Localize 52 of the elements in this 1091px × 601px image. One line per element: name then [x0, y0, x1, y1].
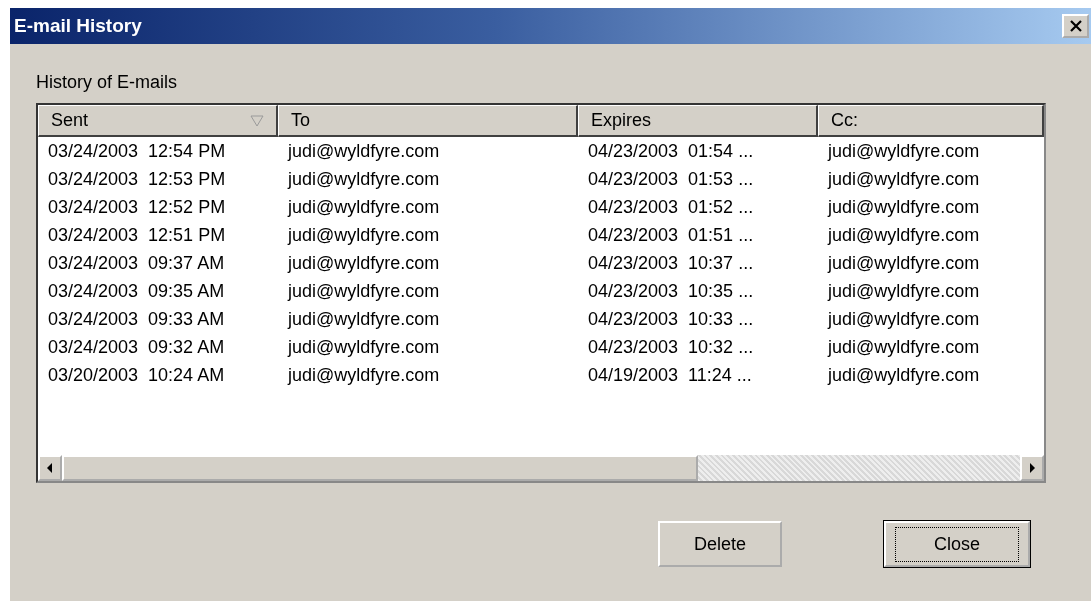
table-cell: 03/24/2003 12:53 PM	[48, 168, 226, 189]
column-header[interactable]: Sent	[38, 105, 278, 137]
right-arrow-icon	[1028, 462, 1036, 474]
column-header[interactable]: To	[278, 105, 578, 137]
table-cell: 04/23/2003 10:32 ...	[588, 336, 754, 357]
table-cell: 03/24/2003 09:37 AM	[48, 252, 225, 273]
scroll-thumb[interactable]	[62, 455, 698, 481]
table-cell: judi@wyldfyre.com	[828, 196, 980, 217]
horizontal-scrollbar[interactable]	[38, 455, 1044, 481]
table-cell: judi@wyldfyre.com	[828, 224, 980, 245]
scroll-right-button[interactable]	[1020, 455, 1044, 481]
table-cell: judi@wyldfyre.com	[828, 280, 980, 301]
table-cell: 03/24/2003 12:54 PM	[48, 140, 226, 161]
table-cell: 04/23/2003 01:54 ...	[588, 140, 754, 161]
table-cell: judi@wyldfyre.com	[828, 308, 980, 329]
table-cell: 04/19/2003 11:24 ...	[588, 364, 752, 385]
table-cell: judi@wyldfyre.com	[828, 252, 980, 273]
table-cell: judi@wyldfyre.com	[828, 168, 980, 189]
table-cell: 04/23/2003 01:51 ...	[588, 224, 754, 245]
close-button[interactable]	[1062, 14, 1089, 38]
table-cell: judi@wyldfyre.com	[288, 196, 440, 217]
table-cell: judi@wyldfyre.com	[288, 224, 440, 245]
table-cell: 04/23/2003 01:53 ...	[588, 168, 754, 189]
table-cell: judi@wyldfyre.com	[288, 308, 440, 329]
table-cell: judi@wyldfyre.com	[828, 364, 980, 385]
table-cell: judi@wyldfyre.com	[288, 252, 440, 273]
table-cell: judi@wyldfyre.com	[288, 336, 440, 357]
table-cell: judi@wyldfyre.com	[288, 168, 440, 189]
table-cell: 03/24/2003 12:52 PM	[48, 196, 226, 217]
close-icon	[1068, 20, 1083, 32]
table-cell: judi@wyldfyre.com	[288, 280, 440, 301]
table-cell: 03/20/2003 10:24 AM	[48, 364, 225, 385]
table-cell: 04/23/2003 10:37 ...	[588, 252, 754, 273]
column-header[interactable]: Cc:	[818, 105, 1044, 137]
left-arrow-icon	[46, 462, 54, 474]
table-cell: judi@wyldfyre.com	[828, 140, 980, 161]
table-cell: 03/24/2003 09:35 AM	[48, 280, 225, 301]
table-cell: judi@wyldfyre.com	[828, 336, 980, 357]
group-label: History of E-mails	[36, 72, 179, 93]
dialog-button[interactable]: Delete	[658, 521, 782, 567]
table-cell: judi@wyldfyre.com	[288, 140, 440, 161]
table-cell: 04/23/2003 10:33 ...	[588, 308, 754, 329]
table-cell: 03/24/2003 09:32 AM	[48, 336, 225, 357]
table-cell: 03/24/2003 09:33 AM	[48, 308, 225, 329]
table-cell: 04/23/2003 10:35 ...	[588, 280, 754, 301]
table-cell: 03/24/2003 12:51 PM	[48, 224, 226, 245]
table-cell: 04/23/2003 01:52 ...	[588, 196, 754, 217]
table-cell: judi@wyldfyre.com	[288, 364, 440, 385]
dialog-button[interactable]: Close	[884, 521, 1030, 567]
scroll-left-button[interactable]	[38, 455, 62, 481]
column-header[interactable]: Expires	[578, 105, 818, 137]
window-title: E-mail History	[14, 15, 142, 37]
